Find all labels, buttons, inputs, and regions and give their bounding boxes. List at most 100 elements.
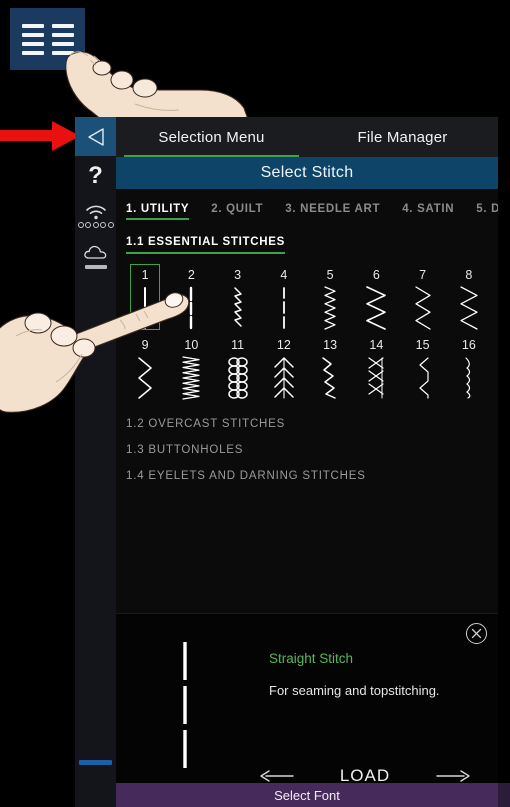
stitch-number: 12 bbox=[276, 338, 291, 352]
stitch-number: 10 bbox=[184, 338, 199, 352]
select-stitch-header[interactable]: Select Stitch bbox=[116, 157, 498, 189]
wide-zigzag-stitch-icon bbox=[456, 284, 482, 332]
cross-stitch-icon bbox=[363, 354, 389, 402]
left-sidebar: ? bbox=[75, 117, 116, 807]
stitch-cell-12[interactable]: 12 bbox=[261, 338, 307, 402]
close-icon[interactable] bbox=[466, 623, 487, 644]
menu-icon-row bbox=[21, 41, 74, 46]
stitch-description: For seaming and topstitching. bbox=[269, 683, 440, 698]
sidebar-item-wifi[interactable] bbox=[75, 196, 116, 236]
stitch-number: 14 bbox=[369, 338, 384, 352]
category-tab-label: 3. NEEDLE ART bbox=[285, 203, 381, 215]
stitch-cell-3[interactable]: 3 bbox=[215, 268, 261, 332]
menu-dash bbox=[51, 41, 74, 46]
main-panel: Selection Menu File Manager Select Stitc… bbox=[116, 117, 498, 807]
subcategory-item-2[interactable]: 1.3 BUTTONHOLES bbox=[126, 444, 498, 456]
stitch-preview bbox=[176, 640, 194, 777]
blind-hem-stitch-icon bbox=[410, 354, 436, 402]
stitch-cell-2[interactable]: 2 bbox=[168, 268, 214, 332]
basting-stitch-icon bbox=[178, 284, 204, 332]
red-arrow-annotation bbox=[0, 121, 80, 151]
category-tab-4[interactable]: 4. SATIN bbox=[402, 203, 454, 220]
category-tab-1[interactable]: 1. UTILITY bbox=[126, 203, 190, 220]
stitch-cell-1[interactable]: 1 bbox=[122, 264, 168, 332]
top-tab-bar: Selection Menu File Manager bbox=[116, 117, 498, 157]
menu-grid-button[interactable] bbox=[10, 8, 85, 70]
three-step-zigzag-icon bbox=[132, 354, 158, 402]
stitch-cell-11[interactable]: 11 bbox=[215, 338, 261, 402]
stitch-number: 9 bbox=[141, 338, 149, 352]
tab-selection-menu-label: Selection Menu bbox=[158, 128, 265, 146]
sidebar-item-cloud[interactable] bbox=[75, 236, 116, 276]
tab-selection-menu[interactable]: Selection Menu bbox=[116, 117, 307, 157]
wifi-icon bbox=[85, 205, 106, 219]
stitch-cell-16[interactable]: 16 bbox=[446, 338, 492, 402]
category-tab-label: 4. SATIN bbox=[402, 203, 455, 215]
stitch-number: 7 bbox=[419, 268, 427, 282]
triangle-left-icon bbox=[87, 127, 104, 146]
chevron-stitch-icon bbox=[271, 354, 297, 402]
dense-zigzag-stitch-icon bbox=[178, 354, 204, 402]
stitch-cell-8[interactable]: 8 bbox=[446, 268, 492, 332]
panel-right-edge bbox=[498, 117, 510, 807]
sidebar-item-help[interactable]: ? bbox=[75, 156, 116, 196]
open-zigzag-stitch-icon bbox=[410, 284, 436, 332]
category-tab-5[interactable]: 5. DECO bbox=[476, 203, 498, 220]
stitch-selection-box bbox=[130, 264, 161, 330]
subcategory-list: 1.2 OVERCAST STITCHES 1.3 BUTTONHOLES 1.4 … bbox=[116, 418, 498, 482]
subsection-title[interactable]: 1.1 ESSENTIAL STITCHES bbox=[126, 236, 285, 254]
stretch-zigzag-stitch-icon bbox=[317, 354, 343, 402]
previous-stitch-button[interactable] bbox=[256, 768, 294, 784]
category-tab-label: 5. DECO bbox=[476, 203, 498, 215]
stitch-cell-9[interactable]: 9 bbox=[122, 338, 168, 402]
menu-icon-row bbox=[21, 23, 74, 28]
menu-dash bbox=[21, 50, 44, 55]
stitch-number: 3 bbox=[234, 268, 242, 282]
category-tab-label: 2. QUILT bbox=[211, 203, 264, 215]
stitch-cell-15[interactable]: 15 bbox=[400, 338, 446, 402]
subcategory-item-1[interactable]: 1.2 OVERCAST STITCHES bbox=[126, 418, 498, 430]
next-stitch-button[interactable] bbox=[436, 768, 474, 784]
stitch-name: Straight Stitch bbox=[269, 651, 354, 666]
stitch-number: 15 bbox=[415, 338, 430, 352]
stitch-cell-10[interactable]: 10 bbox=[168, 338, 214, 402]
category-tab-row: 1. UTILITY 2. QUILT 3. NEEDLE ART 4. SATIN 5… bbox=[116, 189, 498, 220]
select-font-label: Select Font bbox=[274, 787, 340, 803]
stitch-cell-4[interactable]: 4 bbox=[261, 268, 307, 332]
stitch-cell-5[interactable]: 5 bbox=[307, 268, 353, 332]
arrow-right-icon bbox=[436, 770, 470, 782]
stitch-number: 16 bbox=[461, 338, 476, 352]
narrow-zigzag-stitch-icon bbox=[317, 284, 343, 332]
stretch-stitch-icon bbox=[225, 284, 251, 332]
question-mark-icon: ? bbox=[88, 162, 103, 189]
menu-icon-row bbox=[21, 50, 74, 55]
stitch-cell-7[interactable]: 7 bbox=[400, 268, 446, 332]
footer-right-strip bbox=[498, 783, 510, 807]
zigzag-stitch-icon bbox=[363, 284, 389, 332]
subcategory-item-3[interactable]: 1.4 EYELETS AND DARNING STITCHES bbox=[126, 470, 498, 482]
menu-dash bbox=[21, 41, 44, 46]
arrow-left-icon bbox=[260, 770, 294, 782]
stitch-cell-6[interactable]: 6 bbox=[353, 268, 399, 332]
menu-icon-row bbox=[21, 32, 74, 37]
stitch-cell-13[interactable]: 13 bbox=[307, 338, 353, 402]
menu-dash bbox=[51, 32, 74, 37]
stitch-cell-14[interactable]: 14 bbox=[353, 338, 399, 402]
stitch-number: 6 bbox=[372, 268, 380, 282]
menu-dash bbox=[51, 50, 74, 55]
select-stitch-label: Select Stitch bbox=[260, 164, 354, 181]
tab-file-manager[interactable]: File Manager bbox=[307, 117, 498, 157]
menu-dash bbox=[21, 32, 44, 37]
stitch-number: 11 bbox=[231, 338, 245, 352]
stitch-grid: 1 2 3 4 5 6 7 8 9 10 11 12 13 14 15 16 bbox=[116, 264, 498, 402]
category-tab-2[interactable]: 2. QUILT bbox=[211, 203, 263, 220]
category-tab-3[interactable]: 3. NEEDLE ART bbox=[285, 203, 380, 220]
category-tab-label: 1. UTILITY bbox=[126, 203, 190, 215]
stitch-number: 2 bbox=[187, 268, 195, 282]
menu-dash bbox=[21, 23, 44, 28]
stitch-number: 5 bbox=[326, 268, 334, 282]
sidebar-item-back[interactable] bbox=[75, 117, 116, 156]
bobbin-level-dots bbox=[77, 221, 114, 228]
select-font-button[interactable]: Select Font bbox=[116, 783, 498, 807]
dashed-straight-stitch-icon bbox=[271, 284, 297, 332]
